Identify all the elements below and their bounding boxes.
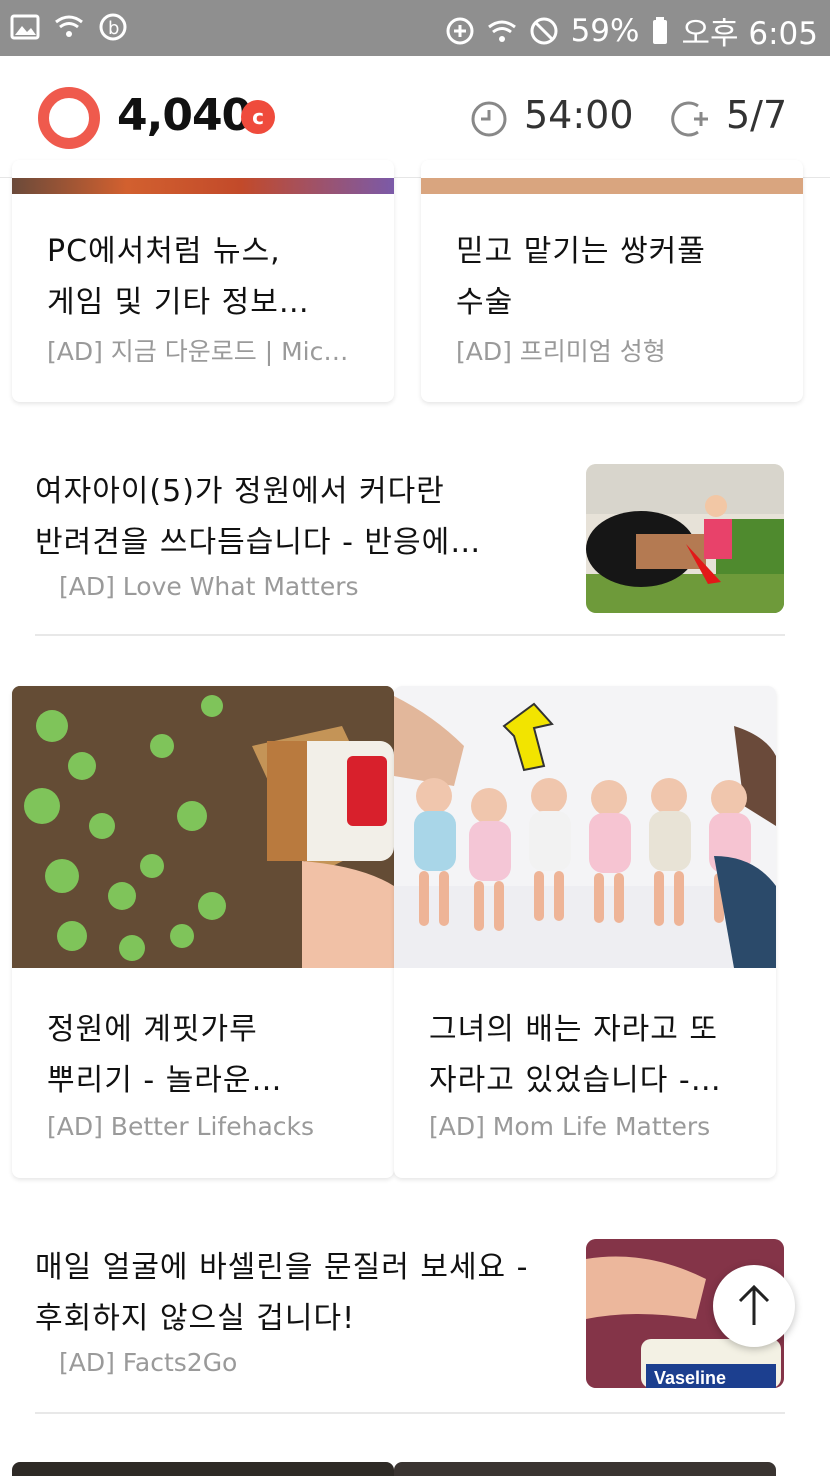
- card-title: 뿌리기 - 놀라운…: [47, 1063, 283, 1098]
- status-bar-left-icons: b: [10, 12, 128, 42]
- ad-list-item-vaseline[interactable]: 매일 얼굴에 바셀린을 문질러 보세요 - 후회하지 않으실 겁니다! [AD]…: [0, 1238, 830, 1416]
- item-title: 여자아이(5)가 정원에서 커다란: [35, 474, 445, 509]
- points-ring-icon[interactable]: [38, 87, 100, 149]
- progress-count: 5/7: [726, 93, 788, 137]
- divider: [35, 634, 785, 636]
- ad-card-babies[interactable]: 그녀의 배는 자라고 또 자라고 있었습니다 -… [AD] Mom Life …: [394, 686, 776, 1178]
- card-title: PC에서처럼 뉴스,: [47, 234, 281, 269]
- ad-card-partial[interactable]: [394, 1462, 776, 1476]
- item-title: 후회하지 않으실 겁니다!: [35, 1301, 356, 1336]
- ad-card-image: [12, 178, 394, 194]
- image-icon: [10, 14, 40, 40]
- card-title: 그녀의 배는 자라고 또: [429, 1012, 719, 1047]
- ad-card-cinnamon[interactable]: 정원에 계핏가루 뿌리기 - 놀라운… [AD] Better Lifehack…: [12, 686, 394, 1178]
- points-value: 4,040: [117, 90, 252, 141]
- scroll-to-top-button[interactable]: [713, 1265, 795, 1347]
- item-thumbnail: [586, 464, 784, 613]
- item-source: [AD] Facts2Go: [59, 1348, 238, 1377]
- status-bar-right: 59% 오후 6:05: [445, 8, 818, 53]
- card-title: 게임 및 기타 정보…: [47, 285, 310, 320]
- arrow-up-icon: [738, 1284, 770, 1325]
- card-source: [AD] Mom Life Matters: [429, 1112, 711, 1141]
- wifi-icon: [487, 20, 516, 42]
- item-title: 반려견을 쓰다듬습니다 - 반응에…: [35, 525, 482, 560]
- card-title: 정원에 계핏가루: [47, 1012, 258, 1047]
- ad-card-image: [12, 686, 394, 968]
- card-source: [AD] 프리미엄 성형: [456, 337, 666, 366]
- status-bar: b 59% 오후 6:05: [0, 0, 830, 56]
- coin-plus-icon: [671, 101, 708, 137]
- timer-value: 54:00: [524, 93, 634, 137]
- item-source: [AD] Love What Matters: [59, 572, 359, 601]
- clock-icon: [471, 101, 507, 137]
- ad-card-partial[interactable]: [12, 1462, 394, 1476]
- card-title: 자라고 있었습니다 -…: [429, 1063, 722, 1098]
- battery-percent: 59%: [570, 12, 640, 49]
- card-source: [AD] Better Lifehacks: [47, 1112, 315, 1141]
- wifi-star-icon: [55, 15, 83, 37]
- ad-card-eyelid-surgery[interactable]: 믿고 맡기는 쌍커풀 수술 [AD] 프리미엄 성형: [421, 160, 803, 402]
- item-title: 매일 얼굴에 바셀린을 문질러 보세요 -: [35, 1250, 529, 1285]
- svg-text:b: b: [108, 18, 119, 39]
- card-title: 수술: [456, 285, 514, 320]
- ad-list-item-dog[interactable]: 여자아이(5)가 정원에서 커다란 반려견을 쓰다듬습니다 - 반응에… [AD…: [0, 462, 830, 638]
- ad-card-image: [421, 178, 803, 194]
- data-saver-icon: [446, 17, 474, 44]
- do-not-disturb-icon: [530, 17, 558, 44]
- ad-card-pc-news[interactable]: PC에서처럼 뉴스, 게임 및 기타 정보… [AD] 지금 다운로드 | Mi…: [12, 160, 394, 402]
- clock-time: 오후 6:05: [681, 16, 818, 52]
- coin-badge-icon: c: [241, 100, 275, 134]
- card-title: 믿고 맡기는 쌍커풀: [456, 234, 706, 269]
- battery-icon: [653, 16, 668, 44]
- ad-card-image: [394, 686, 776, 968]
- vaseline-label: Vaseline: [654, 1368, 726, 1388]
- b-app-icon: b: [99, 13, 127, 41]
- divider: [35, 1412, 785, 1414]
- card-source: [AD] 지금 다운로드 | Mic…: [47, 337, 349, 366]
